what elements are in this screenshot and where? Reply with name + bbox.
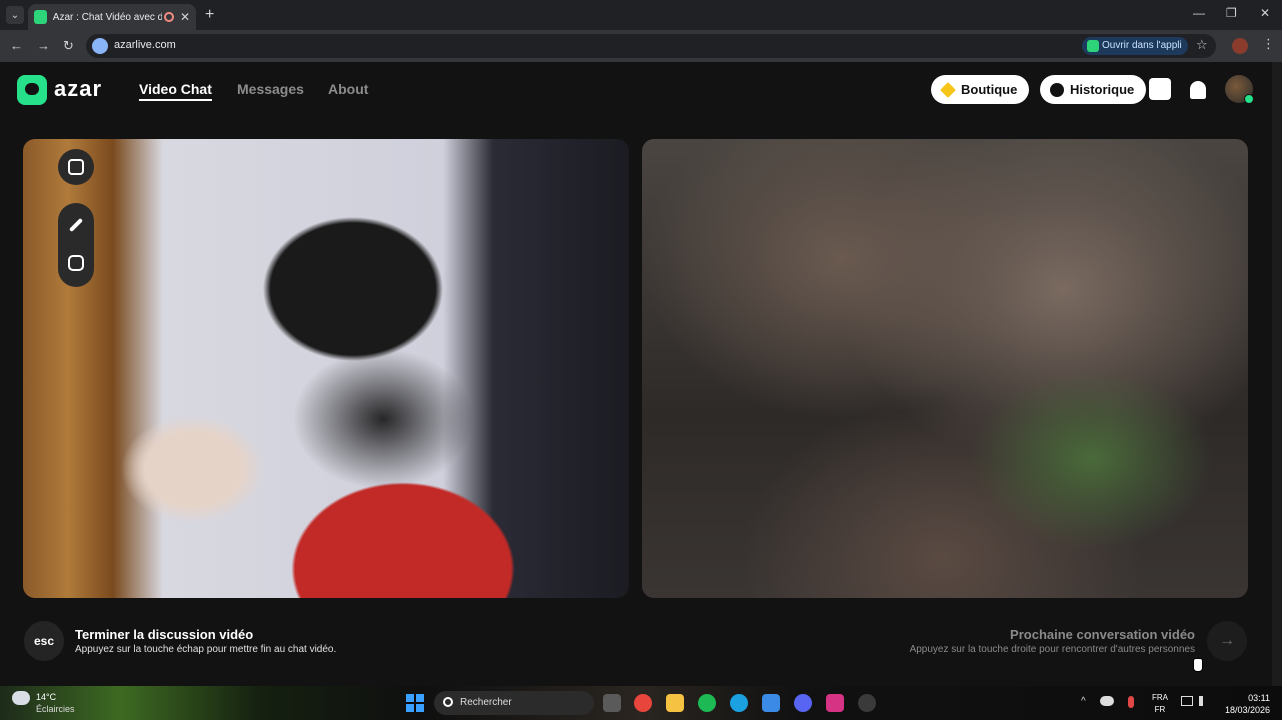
reload-button[interactable]: ↻: [63, 38, 74, 54]
inbox-icon[interactable]: [1149, 78, 1171, 100]
address-bar-row: ← → ↻ azarlive.com Ouvrir dans l'appli ☆…: [0, 30, 1282, 62]
spotify-icon[interactable]: [698, 694, 716, 712]
recording-indicator-icon: [164, 12, 174, 22]
search-label: Rechercher: [460, 697, 512, 708]
tab-search-button[interactable]: ⌄: [6, 6, 24, 24]
chrome-icon[interactable]: [634, 694, 652, 712]
instagram-icon[interactable]: [826, 694, 844, 712]
next-conversation-button[interactable]: →: [1207, 621, 1247, 661]
microphone-icon[interactable]: [1128, 696, 1134, 708]
forward-button[interactable]: →: [37, 38, 50, 53]
nav-messages[interactable]: Messages: [237, 81, 304, 97]
tab-title: Azar : Chat Vidéo avec de n: [52, 11, 163, 23]
azar-logo-text[interactable]: azar: [54, 76, 102, 102]
language-code: FRA: [1152, 693, 1168, 702]
online-status-badge: [1244, 94, 1254, 104]
browser-tab[interactable]: Azar : Chat Vidéo avec de n ✕: [28, 4, 196, 30]
microsoft-store-icon[interactable]: [762, 694, 780, 712]
smiley-icon[interactable]: [68, 255, 84, 271]
shrink-icon: [68, 159, 84, 175]
clock[interactable]: 03:11 18/03/2026: [1220, 692, 1270, 716]
gem-icon: [940, 81, 956, 98]
omnibox[interactable]: azarlive.com Ouvrir dans l'appli ☆: [86, 34, 1216, 58]
onedrive-icon[interactable]: [1100, 696, 1114, 706]
file-explorer-icon[interactable]: [666, 694, 684, 712]
minimize-video-button[interactable]: [58, 149, 94, 185]
video-effects-toolbar: [58, 203, 94, 287]
azar-favicon-icon: [34, 10, 47, 24]
keyboard-layout: FR: [1154, 705, 1166, 714]
weather-icon[interactable]: [12, 691, 30, 705]
site-info-icon[interactable]: [92, 38, 108, 54]
clock-time: 03:11: [1248, 693, 1270, 703]
remote-video-feed: [642, 139, 1248, 598]
boutique-label: Boutique: [961, 82, 1018, 97]
azar-app: azar Video Chat Messages About Boutique …: [0, 62, 1272, 686]
task-view-icon[interactable]: [603, 694, 621, 712]
taskbar-search[interactable]: Rechercher: [434, 691, 594, 715]
magic-wand-icon[interactable]: [68, 217, 84, 233]
url-text: azarlive.com: [114, 39, 176, 51]
windows-taskbar: 14°C Éclaircies Rechercher ^ FRA FR 03:1…: [0, 686, 1282, 720]
language-indicator[interactable]: FRA FR: [1152, 692, 1168, 716]
end-chat-hint: Appuyez sur la touche échap pour mettre …: [75, 644, 337, 655]
edge-icon[interactable]: [730, 694, 748, 712]
nav-video-chat[interactable]: Video Chat: [139, 81, 212, 101]
browser-tab-bar: ⌄ Azar : Chat Vidéo avec de n ✕ + — ❐ ✕: [0, 0, 1282, 30]
window-close-button[interactable]: ✕: [1260, 6, 1270, 20]
new-tab-button[interactable]: +: [205, 6, 214, 24]
esc-key-button[interactable]: esc: [24, 621, 64, 661]
tray-overflow-icon[interactable]: ^: [1081, 696, 1086, 707]
minimize-button[interactable]: —: [1193, 6, 1205, 20]
browser-menu-button[interactable]: ⋮: [1262, 36, 1275, 52]
azar-logo-icon[interactable]: [17, 75, 47, 105]
network-icon[interactable]: [1181, 696, 1193, 706]
restore-button[interactable]: ❐: [1226, 6, 1237, 20]
volume-icon[interactable]: [1199, 696, 1209, 706]
open-in-app-button[interactable]: Ouvrir dans l'appli: [1082, 37, 1188, 55]
clock-icon: [1050, 82, 1064, 97]
bookmark-star-icon[interactable]: ☆: [1196, 37, 1208, 53]
historique-label: Historique: [1070, 82, 1135, 97]
windows-start-icon[interactable]: [406, 694, 424, 712]
browser-profile-avatar[interactable]: [1232, 38, 1248, 54]
discord-icon[interactable]: [794, 694, 812, 712]
historique-button[interactable]: Historique: [1040, 75, 1147, 104]
page-scrollbar[interactable]: [1272, 62, 1282, 686]
end-chat-title: Terminer la discussion vidéo: [75, 627, 254, 642]
tab-close-button[interactable]: ✕: [180, 10, 190, 24]
boutique-button[interactable]: Boutique: [931, 75, 1030, 104]
weather-condition: Éclaircies: [36, 704, 75, 714]
clock-date: 18/03/2026: [1224, 705, 1270, 715]
mouse-cursor-icon: [1193, 658, 1203, 672]
nav-about[interactable]: About: [328, 81, 368, 97]
next-conversation-hint: Appuyez sur la touche droite pour rencon…: [909, 644, 1195, 655]
notification-bell-icon[interactable]: [1190, 81, 1206, 99]
weather-temperature: 14°C: [36, 692, 57, 702]
local-video-feed: [23, 139, 629, 598]
search-icon: [443, 697, 453, 707]
next-conversation-title: Prochaine conversation vidéo: [1010, 627, 1195, 642]
back-button[interactable]: ←: [10, 38, 23, 53]
steam-icon[interactable]: [858, 694, 876, 712]
